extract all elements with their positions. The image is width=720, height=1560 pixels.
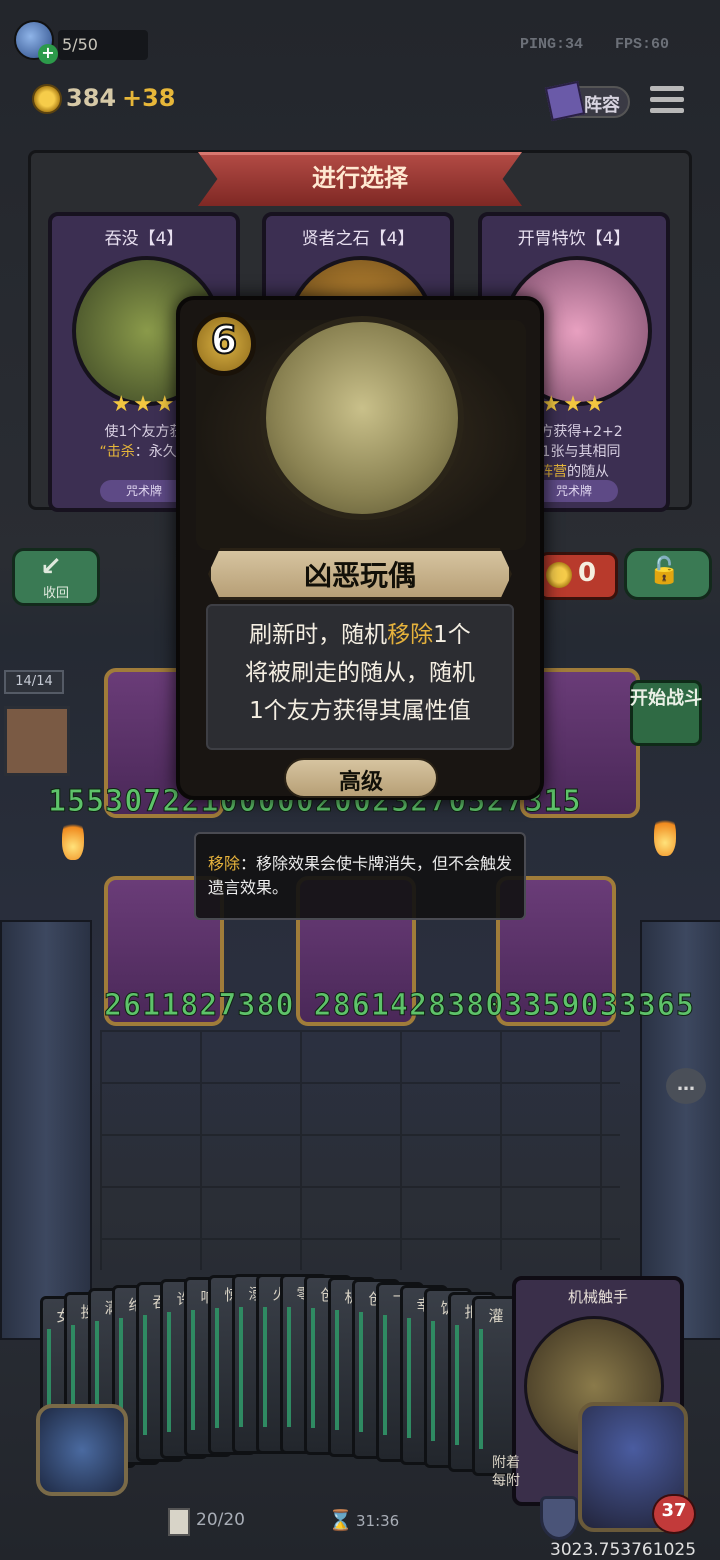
card-stripe: [167, 1312, 171, 1432]
option-title: 贤者之石【4】: [301, 229, 415, 249]
lock-icon: 🔓: [648, 556, 681, 586]
hand-card-label: 灌: [488, 1307, 504, 1325]
player-health: 37: [661, 1500, 687, 1521]
book-icon: [544, 80, 586, 122]
card-stripe: [263, 1307, 267, 1427]
card-stripe: [287, 1307, 291, 1427]
card-stripe: [455, 1325, 459, 1445]
featured-card-desc: 附着 每附: [492, 1455, 520, 1489]
card-stripe: [335, 1310, 339, 1430]
card-stripe: [407, 1318, 411, 1438]
recycle-label: 收回: [42, 586, 69, 601]
deck-count: 20/20: [196, 1510, 245, 1530]
board-capacity: 5/50: [58, 30, 148, 60]
dungeon-wall: [100, 1030, 620, 1270]
unit-count: 14/14: [4, 670, 64, 694]
ping-readout: PING:34: [520, 36, 584, 53]
hourglass-icon: ⌛: [328, 1508, 353, 1532]
left-pillar: [0, 920, 92, 1340]
hero-power[interactable]: [36, 1404, 128, 1496]
right-torch: [654, 812, 676, 856]
card-tier: 高级: [338, 770, 383, 795]
deck-icon: [168, 1508, 190, 1536]
menu-icon[interactable]: [650, 86, 684, 116]
fps-readout: FPS:60: [615, 36, 670, 53]
card-stripe: [383, 1315, 387, 1435]
add-icon[interactable]: +: [38, 44, 58, 64]
card-stripe: [311, 1308, 315, 1428]
card-cost: 6: [210, 317, 238, 363]
gold-amount: 384: [66, 84, 117, 112]
chat-icon[interactable]: …: [666, 1068, 706, 1104]
refresh-cost: 0: [578, 558, 597, 588]
card-stripe: [479, 1329, 483, 1449]
lineup-label: 阵容: [584, 95, 620, 116]
damage-numbers-bottom: 2611827380 28614283803359033365: [104, 988, 695, 1024]
shield-icon: [540, 1496, 578, 1540]
option-title: 开胃特饮【4】: [517, 229, 631, 249]
card-name: 凶恶玩偶: [303, 559, 416, 592]
dragon-doll-art: [260, 316, 464, 520]
arrow-down-left-icon: ↙: [40, 552, 62, 582]
card-description: 刷新时，随机移除1个 将被刷走的随从，随机 1个友方获得其属性值: [245, 622, 475, 724]
left-torch: [62, 816, 84, 860]
card-stripe: [191, 1310, 195, 1430]
keyword-remove[interactable]: 移除: [387, 622, 433, 648]
card-stripe: [239, 1307, 243, 1427]
gold-coin-icon: [546, 562, 572, 588]
option-title: 吞没【4】: [104, 229, 184, 249]
spell-type-badge: 咒术牌: [100, 480, 188, 502]
coord-readout: 3023.753761025: [550, 1540, 697, 1560]
card-stripe: [143, 1315, 147, 1435]
opponent-portrait[interactable]: [4, 706, 70, 776]
card-stripe: [215, 1308, 219, 1428]
choice-title: 进行选择: [312, 164, 408, 192]
start-battle-label: 开始战斗: [630, 688, 702, 709]
card-stripe: [359, 1312, 363, 1432]
card-stripe: [431, 1321, 435, 1441]
turn-timer: 31:36: [356, 1512, 400, 1530]
gold-coin-icon: [32, 84, 62, 114]
gold-income: +38: [122, 84, 176, 112]
tooltip-text: 移除：移除效果会使卡牌消失，但不会触发遗言效果。: [208, 854, 513, 897]
featured-card-title: 机械触手: [567, 1288, 628, 1306]
